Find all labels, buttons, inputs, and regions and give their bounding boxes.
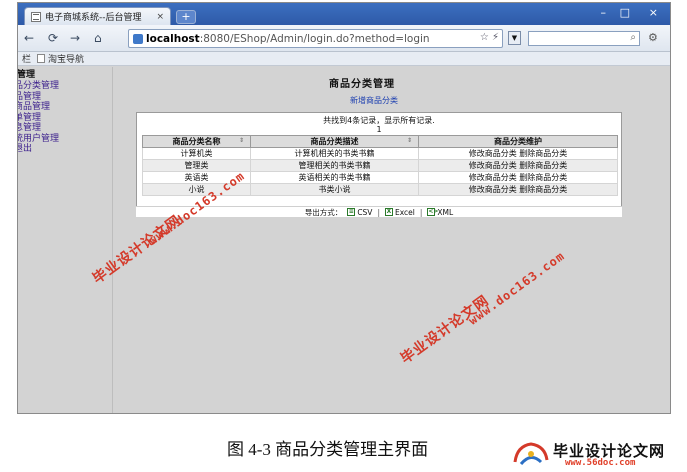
wrench-icon[interactable]: ⚙ bbox=[648, 31, 658, 44]
bookmarks-bar: 栏 淘宝导航 bbox=[18, 52, 670, 66]
export-excel-button[interactable]: X Excel bbox=[384, 208, 415, 217]
delete-category-link[interactable]: 删除商品分类 bbox=[519, 173, 567, 182]
home-icon[interactable]: ⌂ bbox=[94, 31, 102, 45]
excel-icon: X bbox=[384, 208, 393, 216]
tab-strip: 电子商城系统--后台管理 × + – □ × bbox=[18, 3, 670, 25]
sidebar-item-order[interactable]: 单管理 bbox=[18, 113, 112, 124]
export-label: 导出方式： bbox=[304, 207, 343, 217]
sidebar-heading: 管理 bbox=[17, 70, 36, 80]
browser-toolbar: ← ⟳ → ⌂ localhost:8080/EShop/Admin/login… bbox=[18, 25, 670, 52]
logo-icon bbox=[513, 442, 549, 466]
sidebar-item-users[interactable]: 统用户管理 bbox=[18, 134, 112, 145]
table-row: 英语类 英语相关的书类书籍 修改商品分类 删除商品分类 bbox=[142, 171, 618, 184]
category-desc: 计算机相关的书类书籍 bbox=[250, 147, 419, 160]
column-header-actions: 商品分类维护 bbox=[418, 135, 618, 148]
category-desc: 英语相关的书类书籍 bbox=[250, 171, 419, 184]
column-header-name[interactable]: 商品分类名称 ⇕ bbox=[142, 135, 251, 148]
browser-window: 电子商城系统--后台管理 × + – □ × ← ⟳ → ⌂ localhost… bbox=[17, 2, 671, 414]
category-name: 管理类 bbox=[142, 159, 251, 172]
window-close-icon[interactable]: × bbox=[649, 6, 658, 19]
bookmark-star-icon[interactable]: ☆ ⚡ bbox=[480, 32, 499, 43]
minimize-icon[interactable]: – bbox=[601, 6, 607, 19]
search-input[interactable]: ⌕ bbox=[528, 31, 640, 46]
category-name: 计算机类 bbox=[142, 147, 251, 160]
maximize-icon[interactable]: □ bbox=[620, 6, 630, 19]
delete-category-link[interactable]: 删除商品分类 bbox=[519, 185, 567, 194]
category-actions: 修改商品分类 删除商品分类 bbox=[418, 183, 618, 196]
sidebar-item-logout[interactable]: 退出 bbox=[18, 144, 112, 155]
tab-close-icon[interactable]: × bbox=[156, 12, 164, 22]
sidebar-item-category[interactable]: 品分类管理 bbox=[18, 81, 112, 92]
edit-category-link[interactable]: 修改商品分类 bbox=[469, 185, 517, 194]
page-title: 商品分类管理 bbox=[329, 79, 395, 90]
edit-category-link[interactable]: 修改商品分类 bbox=[469, 149, 517, 158]
tab-title: 电子商城系统--后台管理 bbox=[45, 13, 142, 23]
page-icon bbox=[31, 11, 41, 22]
bookmark-item[interactable]: 栏 bbox=[22, 52, 31, 65]
sort-icon[interactable]: ⇕ bbox=[407, 137, 412, 144]
address-bar[interactable]: localhost:8080/EShop/Admin/login.do?meth… bbox=[128, 29, 503, 48]
bookmark-item-taobao[interactable]: 淘宝导航 bbox=[37, 52, 84, 65]
forward-icon[interactable]: → bbox=[70, 31, 80, 45]
export-xml-button[interactable]: <> XML bbox=[427, 208, 453, 217]
refresh-icon[interactable]: ⟳ bbox=[48, 31, 58, 45]
column-header-desc[interactable]: 商品分类描述 ⇕ bbox=[250, 135, 419, 148]
browser-tab[interactable]: 电子商城系统--后台管理 × bbox=[24, 7, 171, 25]
category-actions: 修改商品分类 删除商品分类 bbox=[418, 171, 618, 184]
delete-category-link[interactable]: 删除商品分类 bbox=[519, 149, 567, 158]
xml-icon: <> bbox=[427, 208, 439, 216]
delete-category-link[interactable]: 删除商品分类 bbox=[519, 161, 567, 170]
edit-category-link[interactable]: 修改商品分类 bbox=[469, 173, 517, 182]
back-icon[interactable]: ← bbox=[24, 31, 34, 45]
sort-icon[interactable]: ⇕ bbox=[239, 137, 244, 144]
category-desc: 书类小说 bbox=[250, 183, 419, 196]
site-icon bbox=[133, 33, 143, 44]
main-content: 商品分类管理 新增商品分类 共找到4条记录，显示所有记录. 1 商品分类名称 ⇕ … bbox=[114, 67, 670, 413]
sidebar-item-product-2[interactable]: 商品管理 bbox=[18, 102, 112, 113]
csv-icon: ≡ bbox=[347, 208, 356, 216]
figure-caption: 图 4-3 商品分类管理主界面 bbox=[227, 440, 429, 459]
export-csv-button[interactable]: ≡ CSV bbox=[347, 208, 372, 217]
site-logo: 毕业设计论文网 www.56doc.com bbox=[511, 440, 681, 470]
page-icon bbox=[37, 54, 46, 63]
page-number[interactable]: 1 bbox=[137, 125, 621, 134]
category-desc: 管理相关的书类书籍 bbox=[250, 159, 419, 172]
separator: | bbox=[419, 207, 423, 217]
logo-url: www.56doc.com bbox=[565, 458, 636, 468]
add-category-link[interactable]: 新增商品分类 bbox=[350, 95, 398, 106]
new-tab-button[interactable]: + bbox=[176, 10, 196, 24]
dropdown-arrow-icon[interactable]: ▼ bbox=[508, 31, 521, 45]
category-actions: 修改商品分类 删除商品分类 bbox=[418, 159, 618, 172]
separator: | bbox=[377, 207, 380, 217]
category-actions: 修改商品分类 删除商品分类 bbox=[418, 147, 618, 160]
url-text[interactable]: localhost:8080/EShop/Admin/login.do?meth… bbox=[146, 33, 430, 45]
sidebar-item-info[interactable]: 息管理 bbox=[18, 123, 112, 134]
sidebar-item-product[interactable]: 品管理 bbox=[18, 92, 112, 103]
admin-sidebar: 管理 品分类管理 品管理 商品管理 单管理 息管理 统用户管理 退出 bbox=[17, 67, 113, 413]
table-row: 管理类 管理相关的书类书籍 修改商品分类 删除商品分类 bbox=[142, 159, 618, 172]
search-icon[interactable]: ⌕ bbox=[630, 32, 636, 43]
edit-category-link[interactable]: 修改商品分类 bbox=[469, 161, 517, 170]
table-row: 计算机类 计算机相关的书类书籍 修改商品分类 删除商品分类 bbox=[142, 147, 618, 160]
